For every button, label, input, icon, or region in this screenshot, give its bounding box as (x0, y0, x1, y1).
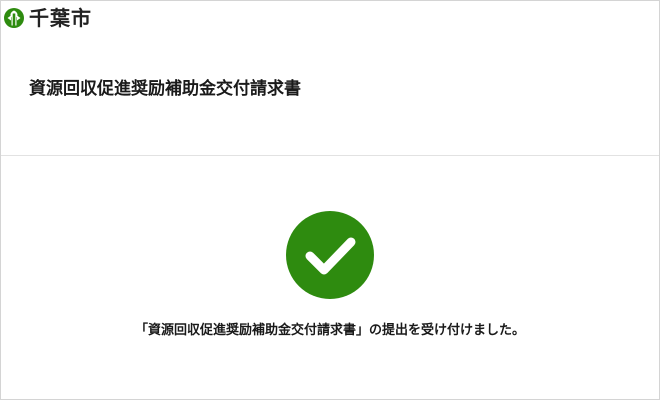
check-icon (305, 237, 356, 275)
form-title: 資源回収促進奨励補助金交付請求書 (29, 79, 301, 99)
chiba-city-emblem-icon (4, 8, 24, 28)
site-logo[interactable]: 千葉市 (3, 3, 92, 33)
header: 千葉市 資源回収促進奨励補助金交付請求書 (1, 1, 659, 156)
success-badge (286, 211, 374, 299)
page-frame: 千葉市 資源回収促進奨励補助金交付請求書 「資源回収促進奨励補助金交付請求書」の… (0, 0, 660, 400)
submission-message: 「資源回収促進奨励補助金交付請求書」の提出を受け付けました。 (134, 323, 525, 338)
brand-name: 千葉市 (29, 6, 92, 30)
